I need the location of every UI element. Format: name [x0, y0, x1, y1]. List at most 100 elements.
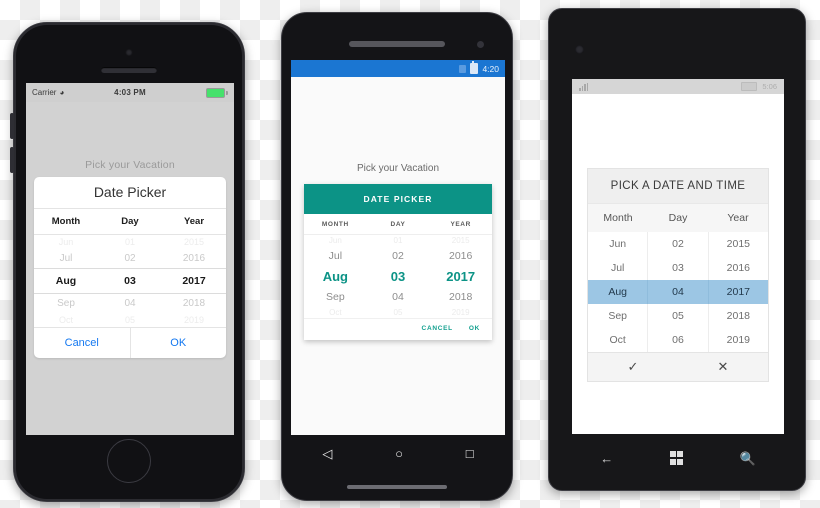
accept-check-icon[interactable]: ✓ [588, 353, 678, 381]
windows-navigation-bar: ← 🔍 [572, 437, 784, 479]
iphone-device: Carrier ◕ 4:03 PM Pick your Vacation Dat… [10, 22, 245, 502]
picker-column-headers: Month Day Year [588, 203, 768, 232]
android-dialog-actions: CANCEL OK [304, 318, 492, 340]
picker-wheel[interactable]: Jun 02 2015 Jul 03 2016 Aug 04 2017 Sep … [588, 232, 768, 352]
picker-wheel[interactable]: Jun 01 2015 Jul 02 2016 Aug 03 2017 Sep … [304, 235, 492, 318]
windows-dialog-actions: ✓ ✕ [588, 352, 768, 381]
devices-stage: Carrier ◕ 4:03 PM Pick your Vacation Dat… [0, 0, 820, 508]
signal-icon [579, 82, 589, 91]
cell-month: Aug [608, 286, 627, 298]
battery-icon [206, 87, 228, 98]
cell-day: 05 [124, 315, 135, 325]
column-header-month: Month [603, 212, 633, 224]
picker-row[interactable]: Jun 02 2015 [588, 232, 768, 256]
column-header-day: DAY [390, 221, 406, 228]
picker-column-headers: MONTH DAY YEAR [304, 214, 492, 235]
cell-year: 2017 [446, 269, 476, 284]
battery-icon [741, 82, 758, 91]
column-header-year: Year [727, 212, 749, 224]
home-button[interactable] [107, 439, 151, 483]
picker-wheel[interactable]: Jun 01 2015 Jul 02 2016 Aug 03 2017 Sep … [34, 235, 226, 327]
cancel-close-icon[interactable]: ✕ [678, 353, 768, 381]
cell-day: 04 [392, 291, 404, 303]
column-header-month: Month [51, 216, 81, 227]
recents-icon[interactable]: □ [466, 447, 474, 460]
cell-day: 01 [124, 237, 135, 247]
volume-up-button[interactable] [10, 113, 14, 139]
front-camera-icon [575, 45, 584, 54]
card-title: DATE PICKER [304, 184, 492, 214]
sim-icon [459, 64, 467, 73]
cell-month: Jul [59, 253, 73, 264]
back-icon[interactable]: ← [600, 452, 613, 465]
picker-row[interactable]: Jul 02 2016 [34, 249, 226, 268]
picker-row[interactable]: Sep 05 2018 [588, 304, 768, 328]
page-title: Pick your Vacation [356, 163, 440, 174]
cell-month: Jul [610, 262, 625, 274]
picker-row[interactable]: Sep 04 2018 [304, 287, 492, 307]
cell-month: Sep [57, 298, 75, 309]
cell-month: Aug [322, 269, 348, 284]
picker-row[interactable]: Jun 01 2015 [34, 235, 226, 249]
cell-year: 2016 [182, 253, 206, 264]
ios-date-picker-card: Date Picker Month Day Year Jun 01 2015 J… [34, 177, 226, 358]
picker-row[interactable]: Oct 05 2019 [34, 313, 226, 327]
ios-dialog-actions: Cancel OK [34, 327, 226, 358]
cell-month: Jul [328, 250, 343, 262]
picker-row-selected[interactable]: Aug 04 2017 [588, 280, 768, 304]
android-device: 4:20 Pick your Vacation DATE PICKER MONT… [281, 12, 513, 501]
android-clock: 4:20 [482, 63, 499, 74]
cancel-button[interactable]: CANCEL [422, 325, 453, 332]
windows-status-bar: 5:06 [572, 79, 784, 94]
picker-row[interactable]: Oct 05 2019 [304, 307, 492, 318]
picker-row[interactable]: Oct 06 2019 [588, 328, 768, 352]
front-camera-icon [125, 49, 133, 56]
cell-day: 03 [124, 275, 136, 287]
column-header-day: Day [121, 216, 139, 227]
windows-phone-device: 5:06 PICK A DATE AND TIME Month Day Year… [548, 8, 806, 491]
search-icon[interactable]: 🔍 [740, 452, 756, 465]
windows-date-picker-card: PICK A DATE AND TIME Month Day Year Jun … [587, 168, 769, 382]
column-header-day: Day [668, 212, 688, 224]
cell-day: 05 [647, 304, 707, 328]
picker-row-selected[interactable]: Aug 03 2017 [304, 266, 492, 287]
volume-down-button[interactable] [10, 147, 14, 173]
back-icon[interactable]: ◁ [322, 447, 332, 460]
cell-year: 2019 [707, 328, 768, 352]
windows-screen: 5:06 PICK A DATE AND TIME Month Day Year… [572, 79, 784, 434]
ok-button[interactable]: OK [131, 328, 227, 358]
cell-year: 2016 [707, 256, 768, 280]
ok-button[interactable]: OK [469, 325, 480, 332]
windows-logo-icon[interactable] [669, 451, 684, 465]
cell-day: 03 [390, 269, 406, 284]
earpiece-speaker [101, 67, 157, 73]
cell-month: Sep [325, 291, 345, 303]
battery-icon [470, 61, 479, 74]
cell-day: 03 [647, 256, 707, 280]
android-screen: 4:20 Pick your Vacation DATE PICKER MONT… [291, 60, 505, 435]
cell-month: Jun [328, 236, 342, 245]
cell-month: Jun [609, 238, 627, 250]
cell-year: 2017 [707, 280, 768, 304]
picker-row[interactable]: Jun 01 2015 [304, 235, 492, 246]
cell-month: Aug [55, 275, 77, 287]
column-header-year: Year [183, 216, 205, 227]
cell-day: 05 [393, 308, 403, 317]
ios-clock: 4:03 PM [114, 88, 146, 97]
page-title: Pick your Vacation [85, 159, 175, 171]
iphone-screen: Carrier ◕ 4:03 PM Pick your Vacation Dat… [26, 83, 234, 435]
picker-column-headers: Month Day Year [34, 209, 226, 235]
cancel-button[interactable]: Cancel [34, 328, 131, 358]
picker-row[interactable]: Jul 03 2016 [588, 256, 768, 280]
picker-row[interactable]: Jul 02 2016 [304, 246, 492, 266]
picker-row[interactable]: Sep 04 2018 [34, 294, 226, 313]
cell-year: 2016 [449, 250, 473, 262]
home-icon[interactable]: ○ [395, 447, 403, 460]
cell-year: 2019 [451, 308, 470, 317]
cell-day: 06 [647, 328, 707, 352]
cell-month: Oct [329, 308, 342, 317]
windows-clock: 5:06 [762, 82, 777, 91]
column-header-month: MONTH [321, 221, 349, 228]
picker-row-selected[interactable]: Aug 03 2017 [34, 268, 226, 294]
card-title: Date Picker [34, 177, 226, 209]
